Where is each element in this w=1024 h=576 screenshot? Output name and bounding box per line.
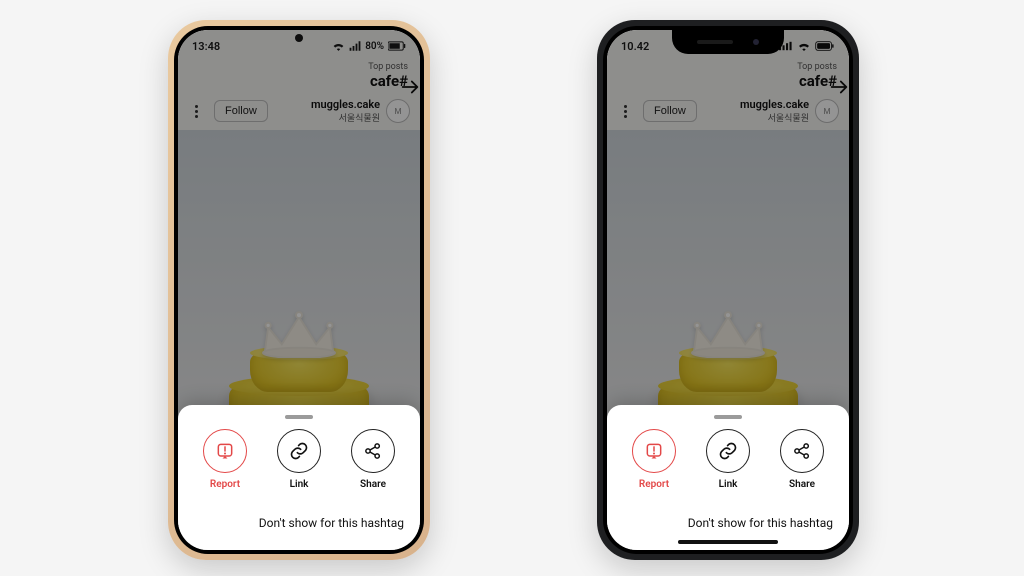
bottom-sheet: Report Link Share [607,405,849,550]
share-action[interactable]: Share [766,429,838,490]
dont-show-row[interactable]: Don't show for this hashtag [178,506,420,532]
stage: 13:48 80% Top posts cafe# [0,0,1024,576]
sheet-grab-handle[interactable] [714,415,742,419]
share-action[interactable]: Share [337,429,409,490]
camera-hole [295,34,303,42]
app: 13:48 80% Top posts cafe# [178,30,420,550]
link-label: Link [290,479,309,490]
phone-screen: 10.42 Top posts cafe# [607,30,849,550]
app: 10.42 Top posts cafe# [607,30,849,550]
report-icon [203,429,247,473]
share-icon [351,429,395,473]
share-label: Share [789,479,815,490]
share-label: Share [360,479,386,490]
report-icon [632,429,676,473]
report-label: Report [210,479,240,490]
phone-screen: 13:48 80% Top posts cafe# [178,30,420,550]
bottom-sheet: Report Link Share [178,405,420,550]
phone-iphone-frame: 10.42 Top posts cafe# [597,20,859,560]
report-label: Report [639,479,669,490]
link-label: Link [719,479,738,490]
link-icon [706,429,750,473]
report-action[interactable]: Report [189,429,261,490]
sheet-actions: Report Link Share [178,429,420,490]
link-action[interactable]: Link [263,429,335,490]
home-indicator[interactable] [678,540,778,544]
iphone-notch [672,30,784,54]
share-icon [780,429,824,473]
report-action[interactable]: Report [618,429,690,490]
link-action[interactable]: Link [692,429,764,490]
phone-android-frame: 13:48 80% Top posts cafe# [168,20,430,560]
sheet-actions: Report Link Share [607,429,849,490]
sheet-grab-handle[interactable] [285,415,313,419]
dont-show-row[interactable]: Don't show for this hashtag [607,506,849,532]
link-icon [277,429,321,473]
